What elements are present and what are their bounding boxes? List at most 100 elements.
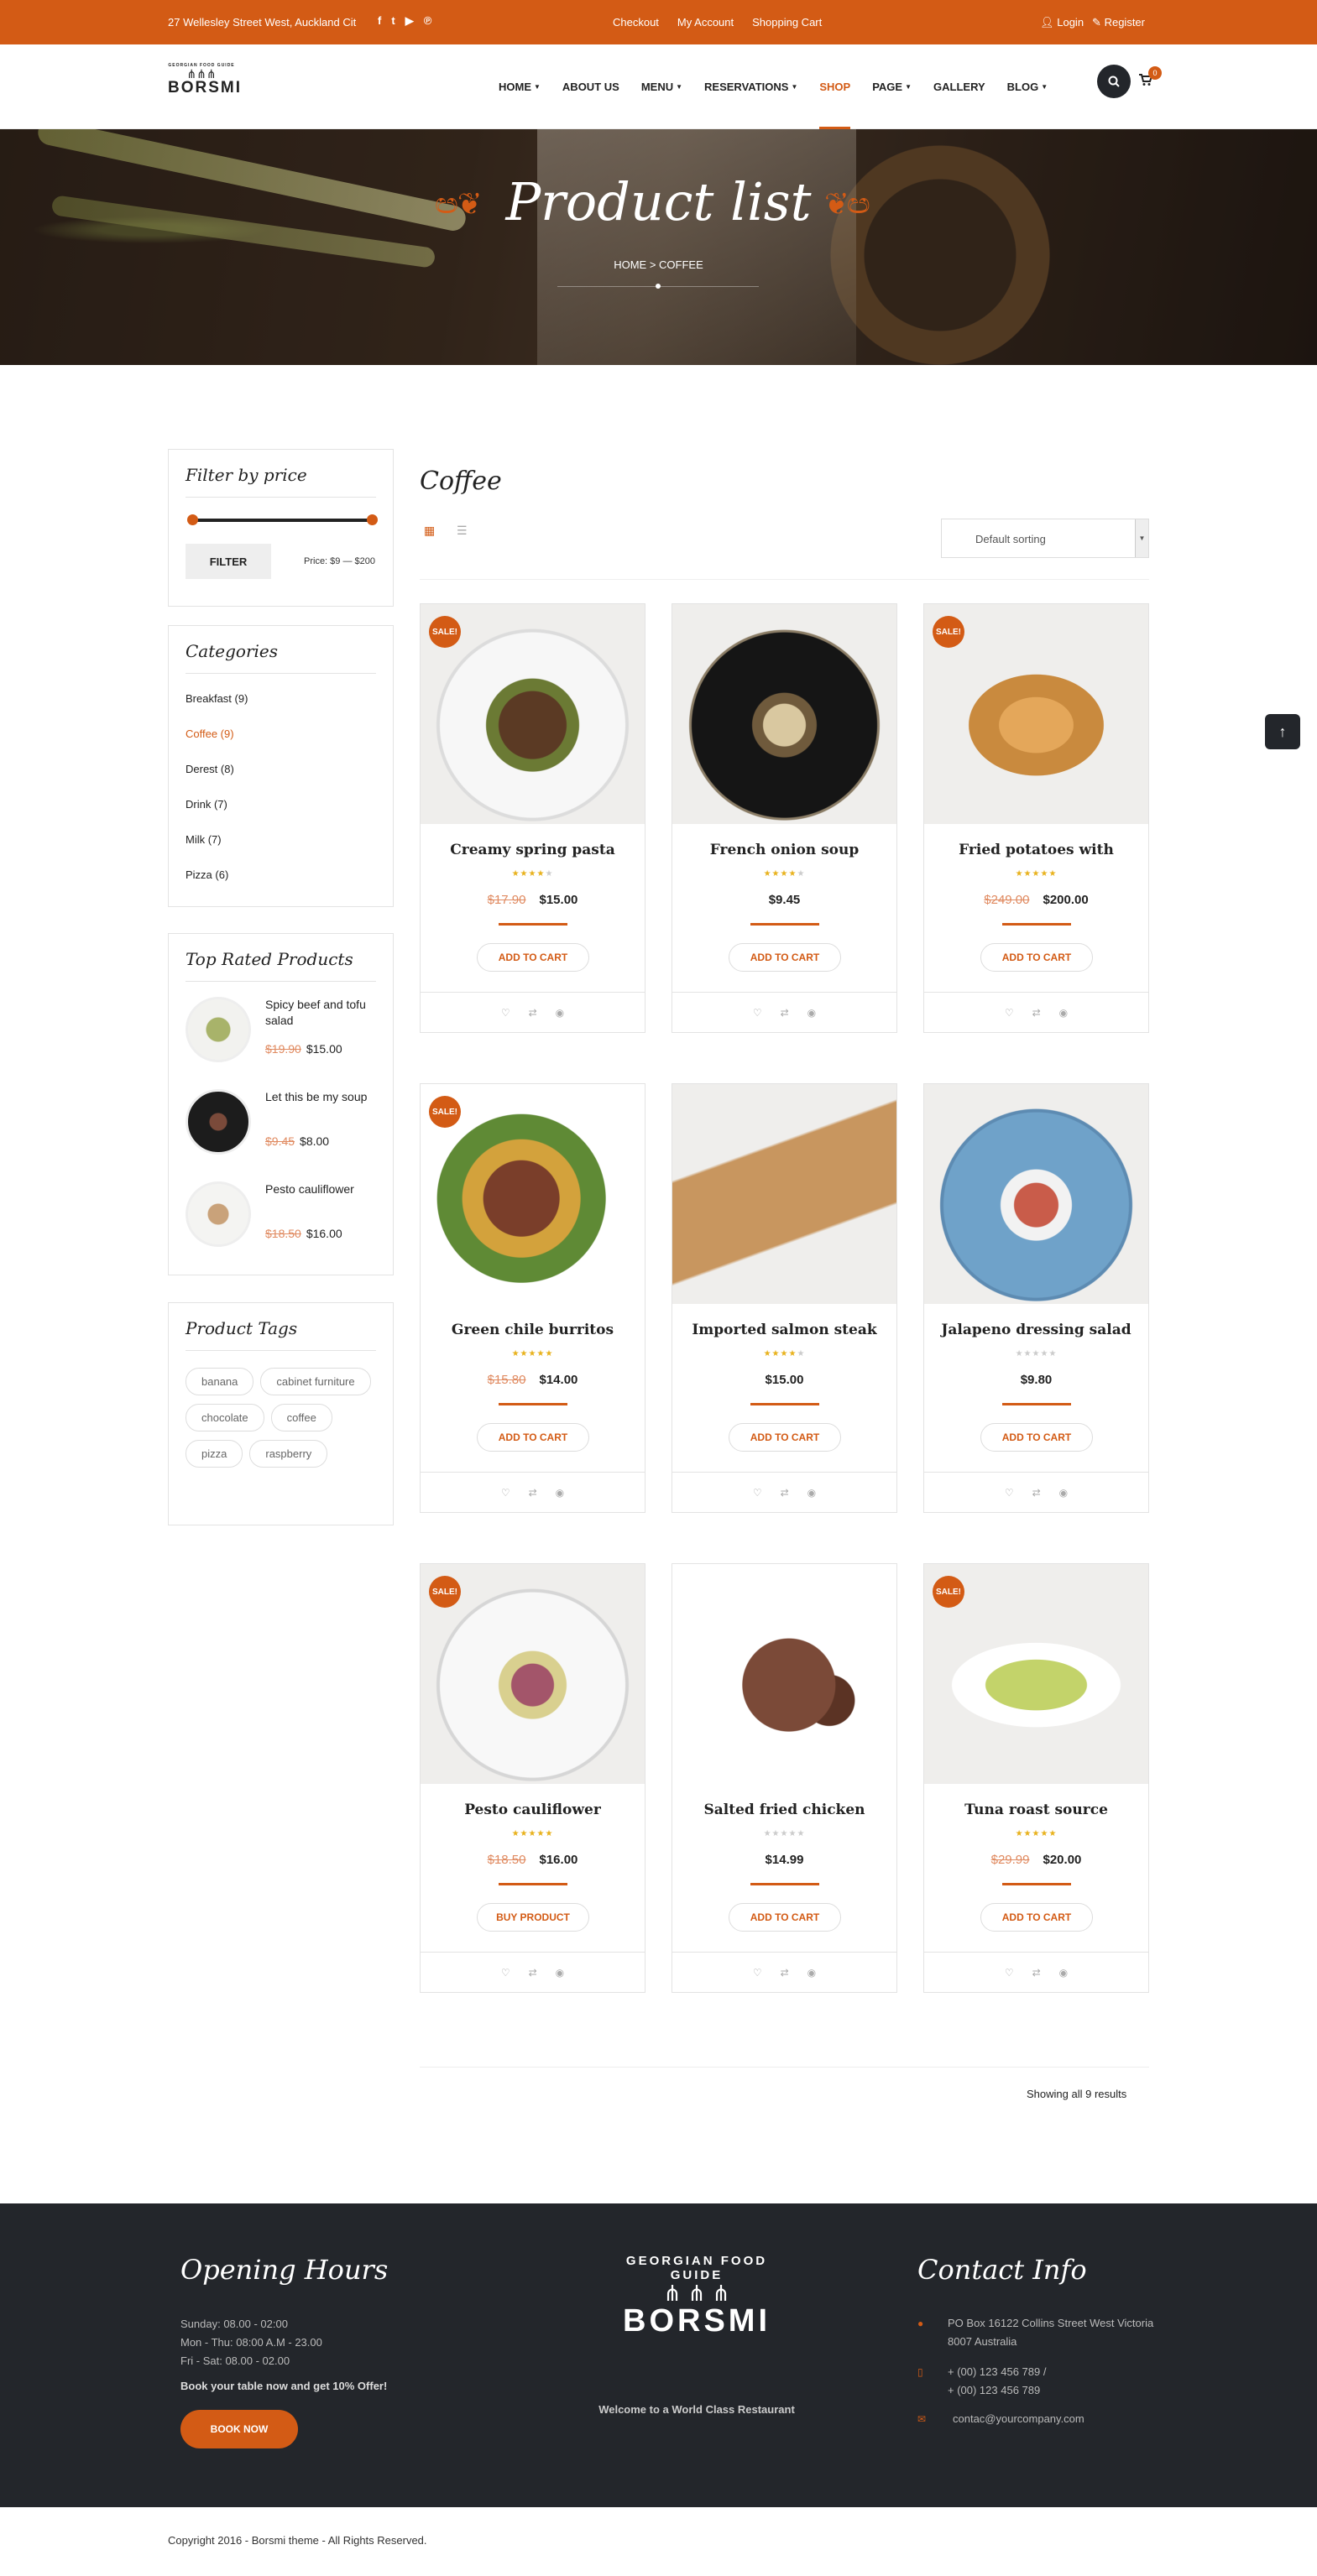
book-now-button[interactable]: BOOK NOW (180, 2410, 298, 2448)
quick-view-eye-icon[interactable]: ◉ (1059, 1007, 1068, 1019)
category-item[interactable]: Coffee (9) (186, 727, 376, 763)
nav-home[interactable]: HOME ▼ (499, 44, 541, 129)
compare-icon[interactable]: ⇄ (781, 1487, 789, 1499)
price-slider-max-handle[interactable] (367, 514, 378, 525)
product-card[interactable]: SALE! Creamy spring pasta ★★★★★ $17.90 $15.0… (420, 603, 645, 1033)
tag-link[interactable]: coffee (270, 1404, 332, 1431)
product-card[interactable]: SALE! Green chile burritos ★★★★★ $15.80 $14.… (420, 1083, 645, 1513)
product-name[interactable]: Salted fried chicken (672, 1802, 896, 1818)
product-card[interactable]: Salted fried chicken ★★★★★ $14.99 ADD TO CA… (672, 1563, 897, 1993)
pinterest-icon[interactable]: ℗ (424, 14, 432, 28)
add-to-cart-button[interactable]: ADD TO CART (980, 943, 1093, 972)
product-name[interactable]: Pesto cauliflower (421, 1802, 645, 1818)
product-name[interactable]: Jalapeno dressing salad (924, 1322, 1148, 1338)
product-card[interactable]: SALE! Tuna roast source ★★★★★ $29.99 $20.00 A… (923, 1563, 1149, 1993)
wishlist-heart-icon[interactable]: ♡ (1005, 1487, 1014, 1499)
wishlist-heart-icon[interactable]: ♡ (1005, 1967, 1014, 1979)
twitter-icon[interactable]: t (391, 14, 395, 28)
footer-logo[interactable]: GEORGIAN FOOD GUIDE ⋔ ⋔ ⋔ BORSMI Welcome… (598, 2254, 795, 2416)
quick-view-eye-icon[interactable]: ◉ (556, 1487, 564, 1499)
price-slider-min-handle[interactable] (187, 514, 198, 525)
product-image[interactable] (672, 1084, 896, 1304)
compare-icon[interactable]: ⇄ (529, 1007, 537, 1019)
nav-menu[interactable]: MENU ▼ (641, 44, 682, 129)
breadcrumb[interactable]: HOME > COFFEE (0, 258, 1317, 271)
back-to-top-button[interactable]: ↑ (1265, 714, 1300, 749)
quick-view-eye-icon[interactable]: ◉ (1059, 1487, 1068, 1499)
product-image[interactable] (924, 1084, 1148, 1304)
price-slider-track[interactable] (192, 519, 372, 522)
compare-icon[interactable]: ⇄ (781, 1007, 789, 1019)
tag-link[interactable]: cabinet furniture (260, 1368, 371, 1395)
login-link[interactable]: 👤︎ Login (1040, 16, 1084, 29)
add-to-cart-button[interactable]: ADD TO CART (477, 943, 589, 972)
facebook-icon[interactable]: f (378, 14, 381, 28)
wishlist-heart-icon[interactable]: ♡ (501, 1967, 510, 1979)
my-account-link[interactable]: My Account (677, 16, 734, 29)
tag-link[interactable]: raspberry (249, 1440, 328, 1468)
nav-gallery[interactable]: GALLERY (933, 44, 985, 129)
wishlist-heart-icon[interactable]: ♡ (501, 1487, 510, 1499)
wishlist-heart-icon[interactable]: ♡ (753, 1967, 762, 1979)
product-image[interactable] (672, 1564, 896, 1784)
filter-button[interactable]: FILTER (186, 544, 271, 579)
top-rated-item[interactable]: Let this be my soup $9.45 $8.00 (169, 1081, 393, 1173)
category-item[interactable]: Pizza (6) (186, 868, 376, 904)
top-rated-item[interactable]: Spicy beef and tofu salad $19.90 $15.00 (169, 988, 393, 1081)
add-to-cart-button[interactable]: ADD TO CART (980, 1903, 1093, 1932)
compare-icon[interactable]: ⇄ (529, 1967, 537, 1979)
wishlist-heart-icon[interactable]: ♡ (1005, 1007, 1014, 1019)
tag-link[interactable]: banana (186, 1368, 254, 1395)
category-item[interactable]: Derest (8) (186, 763, 376, 798)
wishlist-heart-icon[interactable]: ♡ (501, 1007, 510, 1019)
product-name[interactable]: Tuna roast source (924, 1802, 1148, 1818)
add-to-cart-button[interactable]: ADD TO CART (477, 1423, 589, 1452)
category-item[interactable]: Drink (7) (186, 798, 376, 833)
site-logo[interactable]: GEORGIAN FOOD GUIDE ⋔⋔⋔ BORSMI (168, 63, 240, 113)
add-to-cart-button[interactable]: ADD TO CART (729, 1423, 841, 1452)
wishlist-heart-icon[interactable]: ♡ (753, 1007, 762, 1019)
nav-reservations[interactable]: RESERVATIONS ▼ (704, 44, 797, 129)
add-to-cart-button[interactable]: BUY PRODUCT (477, 1903, 589, 1932)
compare-icon[interactable]: ⇄ (1032, 1487, 1041, 1499)
product-name[interactable]: French onion soup (672, 842, 896, 858)
email-link[interactable]: contac@yourcompany.com (953, 2410, 1171, 2428)
register-link[interactable]: ✎ Register (1092, 16, 1145, 29)
compare-icon[interactable]: ⇄ (781, 1967, 789, 1979)
compare-icon[interactable]: ⇄ (529, 1487, 537, 1499)
quick-view-eye-icon[interactable]: ◉ (556, 1967, 564, 1979)
product-card[interactable]: French onion soup ★★★★★ $9.45 ADD TO CART ♡ ⇄… (672, 603, 897, 1033)
category-item[interactable]: Breakfast (9) (186, 692, 376, 727)
quick-view-eye-icon[interactable]: ◉ (807, 1967, 816, 1979)
add-to-cart-button[interactable]: ADD TO CART (729, 1903, 841, 1932)
quick-view-eye-icon[interactable]: ◉ (1059, 1967, 1068, 1979)
compare-icon[interactable]: ⇄ (1032, 1007, 1041, 1019)
youtube-icon[interactable]: ▶ (405, 14, 414, 28)
tag-link[interactable]: pizza (186, 1440, 243, 1468)
product-name[interactable]: Creamy spring pasta (421, 842, 645, 858)
nav-shop[interactable]: SHOP (819, 44, 850, 129)
product-card[interactable]: Imported salmon steak ★★★★★ $15.00 ADD TO C… (672, 1083, 897, 1513)
wishlist-heart-icon[interactable]: ♡ (753, 1487, 762, 1499)
product-name[interactable]: Green chile burritos (421, 1322, 645, 1338)
checkout-link[interactable]: Checkout (613, 16, 659, 29)
product-card[interactable]: Jalapeno dressing salad ★★★★★ $9.80 ADD TO … (923, 1083, 1149, 1513)
quick-view-eye-icon[interactable]: ◉ (807, 1487, 816, 1499)
search-button[interactable] (1097, 65, 1131, 98)
product-name[interactable]: Imported salmon steak (672, 1322, 896, 1338)
nav-blog[interactable]: BLOG ▼ (1007, 44, 1048, 129)
compare-icon[interactable]: ⇄ (1032, 1967, 1041, 1979)
category-item[interactable]: Milk (7) (186, 833, 376, 868)
product-image[interactable] (672, 604, 896, 824)
sort-select[interactable]: Default sorting ▼ (941, 519, 1149, 558)
nav-about[interactable]: ABOUT US (562, 44, 619, 129)
product-card[interactable]: SALE! Pesto cauliflower ★★★★★ $18.50 $16.00 B… (420, 1563, 645, 1993)
list-view-icon[interactable]: ☰ (457, 524, 470, 537)
tag-link[interactable]: chocolate (186, 1404, 264, 1431)
add-to-cart-button[interactable]: ADD TO CART (729, 943, 841, 972)
shopping-cart-link[interactable]: Shopping Cart (752, 16, 822, 29)
quick-view-eye-icon[interactable]: ◉ (556, 1007, 564, 1019)
top-rated-item[interactable]: Pesto cauliflower $18.50 $16.00 (169, 1173, 393, 1265)
nav-page[interactable]: PAGE ▼ (872, 44, 912, 129)
quick-view-eye-icon[interactable]: ◉ (807, 1007, 816, 1019)
